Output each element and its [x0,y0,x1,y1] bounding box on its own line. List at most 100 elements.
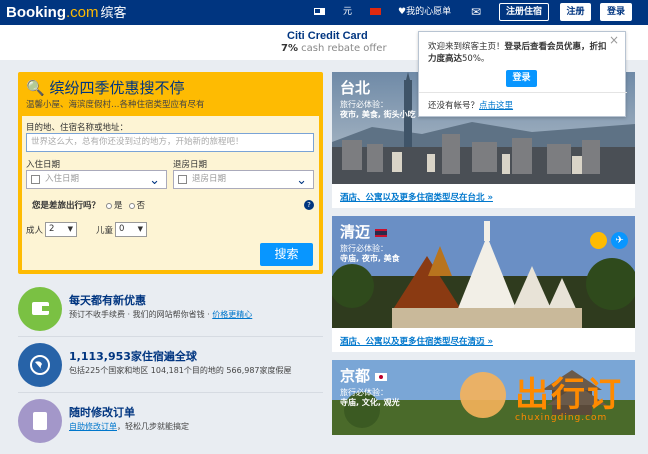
feature-text: 预订不收手续费 · 我们的网站帮你省钱 · [69,310,213,319]
radio-yes[interactable] [106,202,113,209]
checkin-label: 入住日期 [26,160,61,170]
register-button[interactable]: 注册 [560,3,591,21]
destination-name-text: 京都 [340,367,371,385]
business-question-text: 您是差旅出行吗？ [32,201,101,211]
feature-title: 每天都有新优惠 [69,294,146,307]
radio-no-label: 否 [136,201,146,211]
logo-text: Booking [6,4,66,21]
feature-subtitle: 自助修改订单，轻松几步就能搞定 [69,421,189,432]
modify-booking-link[interactable]: 自助修改订单 [69,422,117,431]
search-title-text: 缤纷四季优惠搜不停 [49,79,185,97]
globe-icon [18,343,62,387]
search-button[interactable]: 搜索 [260,243,313,266]
wechat-icon[interactable]: ✉ [471,0,481,25]
popup-no-account: 还没有帐号？点击这里 [428,99,513,111]
destination-name: 清迈 [340,221,388,242]
feature-text: ，轻松几步就能搞定 [117,422,189,431]
search-subtitle: 温馨小屋、海滨度假村…各种住宿类型应有尽有 [26,100,205,110]
top-navigation-bar: Booking.com 缤客 元 ♥我的心愿单 ✉ 注册住宿 注册 登录 [0,0,648,25]
children-value: 0 [119,224,125,234]
feature-subtitle: 预订不收手续费 · 我们的网站帮你省钱 · 价格更精心 [69,309,252,320]
destination-name: 台北 [340,79,371,97]
promo-rate: 7% [281,43,298,54]
promo-text: 7% cash rebate offer [281,43,387,54]
radio-yes-label: 是 [114,201,123,211]
search-box: 🔍 缤纷四季优惠搜不停 温馨小屋、海滨度假村…各种住宿类型应有尽有 目的地、住宿… [18,72,323,274]
promo-title: Citi Credit Card [287,30,368,42]
mascot-icon [460,372,506,418]
business-trip-question: 您是差旅出行吗？ 是 否 [32,199,145,211]
register-property-button[interactable]: 注册住宿 [499,3,549,21]
destination-link[interactable]: 酒店、公寓以及更多住宿类型尽在清迈 » [340,335,493,347]
destination-tags: 夜市, 美食, 街头小吃 [340,110,416,119]
checkout-placeholder: 退房日期 [192,174,227,184]
calendar-icon [31,175,40,184]
currency-selector[interactable]: 元 [343,0,352,25]
language-flag-icon[interactable] [314,0,325,25]
clipboard-icon [18,399,62,443]
chevron-down-icon: ⌄ [149,173,160,188]
checkout-label: 退房日期 [173,160,208,170]
adults-label: 成人 [26,226,44,236]
popup-signup-link[interactable]: 点击这里 [479,101,513,111]
login-popup: × 欢迎来到缤客主页！登录后查看会员优惠，折扣力度高达50%。 登录 还没有帐号… [418,31,627,117]
feature-modify: 随时修改订单 自助修改订单，轻松几步就能搞定 [18,399,323,454]
wallet-icon [18,287,62,331]
search-title: 🔍 缤纷四季优惠搜不停 [26,77,184,98]
feature-deals: 每天都有新优惠 预订不收手续费 · 我们的网站帮你省钱 · 价格更精心 [18,287,323,342]
booking-logo[interactable]: Booking.com 缤客 [6,2,127,21]
feature-title: 1,113,953家住宿遍全球 [69,350,197,363]
china-flag-icon[interactable] [370,0,381,25]
heart-icon: ♥ [398,7,407,17]
destination-name: 京都 [340,365,388,386]
search-icon: 🔍 [26,79,45,97]
popup-login-button[interactable]: 登录 [506,70,537,87]
clipboard-icon-graphic [33,412,47,430]
divider [419,92,627,93]
feature-properties: 1,113,953家住宿遍全球 包括225个国家和地区 104,181个目的地的… [18,343,323,398]
destination-tags: 寺庙, 文化, 观光 [340,398,400,407]
dropdown-arrow-icon: ▼ [67,225,73,233]
japan-flag-icon [375,372,388,381]
destination-card-chiangmai[interactable]: 清迈 旅行必体验： 寺庙, 夜市, 美食 ✈ 酒店、公寓以及更多住宿类型尽在清迈… [332,216,635,352]
feature-subtitle: 包括225个国家和地区 104,181个目的地的 566,987家度假屋 [69,366,292,375]
wishlist-link[interactable]: ♥我的心愿单 [398,0,451,25]
no-account-text: 还没有帐号？ [428,101,480,111]
popup-percent: 50%。 [462,54,490,64]
close-icon[interactable]: × [609,33,619,47]
popup-welcome: 欢迎来到缤客主页！ [428,42,505,52]
destination-label: 目的地、住宿名称或地址： [26,123,129,133]
checkin-date-field[interactable]: 入住日期 ⌄ [26,170,167,189]
destination-input[interactable]: 世界这么大，总有你还没到过的地方，开始新的旅程吧！ [26,133,314,152]
checkin-placeholder: 入住日期 [45,174,80,184]
adults-value: 2 [49,224,55,234]
watermark-url: chuxingding.com [515,413,608,423]
wallet-icon-graphic [32,302,49,315]
destination-name-text: 清迈 [340,223,371,241]
adults-select[interactable]: 2 ▼ [45,222,77,237]
radio-no[interactable] [128,202,135,209]
children-select[interactable]: 0 ▼ [115,222,147,237]
popup-message: 欢迎来到缤客主页！登录后查看会员优惠，折扣力度高达50%。 [428,41,608,65]
price-link[interactable]: 价格更精心 [212,310,252,319]
dropdown-arrow-icon: ▼ [137,225,143,233]
sun-icon [590,232,607,249]
chevron-down-icon: ⌄ [296,173,307,188]
plane-icon: ✈ [611,232,628,249]
checkout-date-field[interactable]: 退房日期 ⌄ [173,170,314,189]
wishlist-label: 我的心愿单 [406,7,452,17]
help-icon[interactable]: ? [304,200,314,210]
destination-tags: 寺庙, 夜市, 美食 [340,254,400,263]
login-button[interactable]: 登录 [600,3,632,21]
calendar-icon [178,175,187,184]
destination-link[interactable]: 酒店、公寓以及更多住宿类型尽在台北 » [340,191,493,203]
thailand-flag-icon [375,228,388,237]
promo-desc: cash rebate offer [301,43,387,54]
feature-title: 随时修改订单 [69,406,135,419]
logo-chinese: 缤客 [100,5,127,20]
globe-icon-graphic [30,355,50,375]
divider [18,392,323,393]
watermark-logo: 出行订 [515,375,623,415]
divider [18,336,323,337]
children-label: 儿童 [96,226,114,236]
